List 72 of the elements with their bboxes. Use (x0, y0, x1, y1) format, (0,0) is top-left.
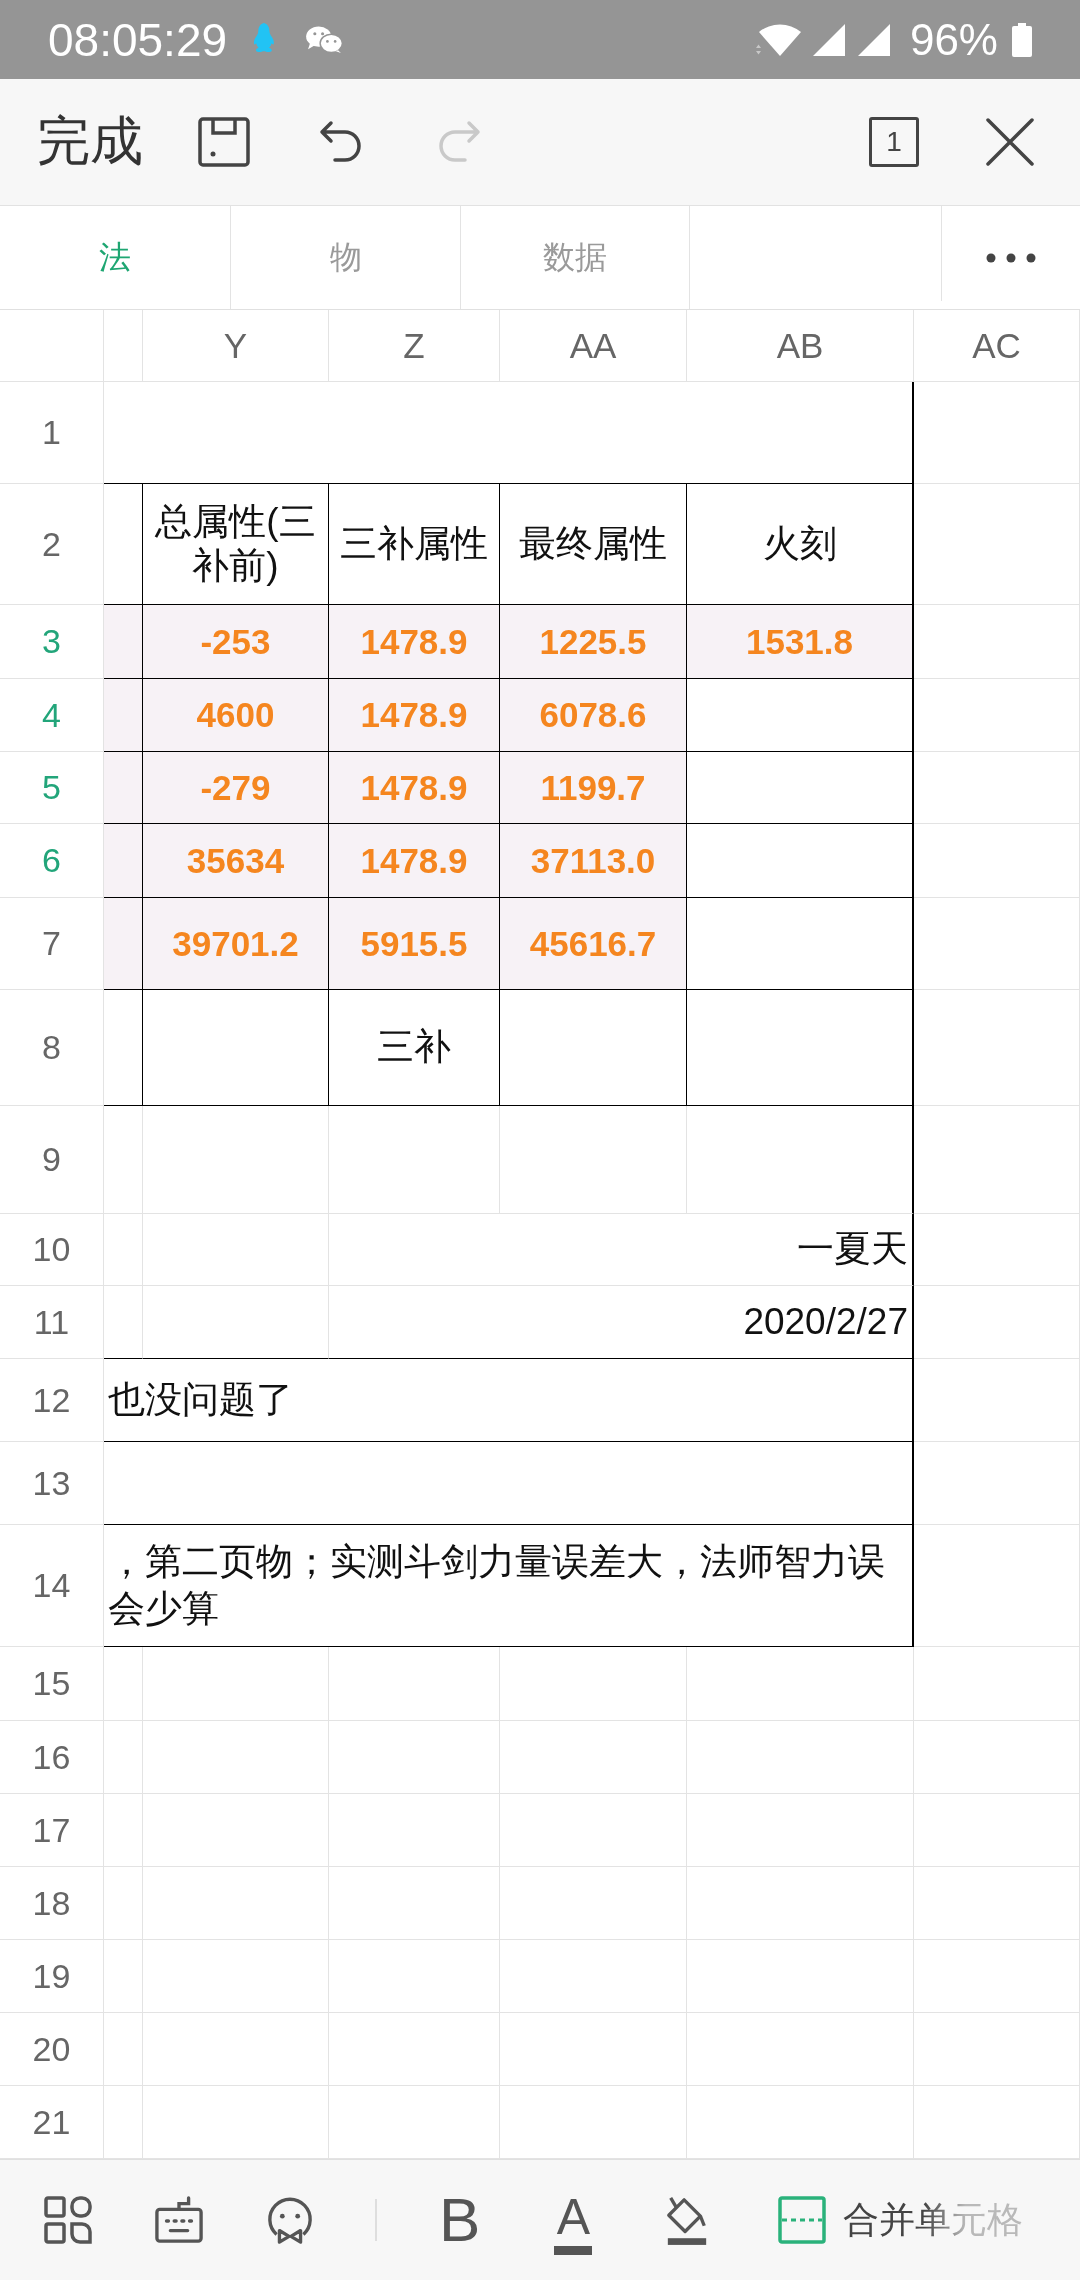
row-header[interactable]: 17 (0, 1794, 104, 1867)
battery-icon (1012, 22, 1032, 57)
close-icon[interactable] (985, 117, 1035, 167)
row-header[interactable]: 3 (0, 605, 104, 679)
column-header[interactable]: Z (329, 310, 500, 382)
table-cell: 4600 (143, 679, 329, 752)
sheet-count-button[interactable]: 1 (869, 117, 919, 167)
table-cell: -279 (143, 752, 329, 824)
grid-icon[interactable] (44, 2196, 92, 2244)
table-cell: 2020/2/27 (329, 1286, 914, 1359)
table-cell: 也没问题了 (104, 1359, 914, 1442)
chat-bubbles-icon (305, 25, 345, 54)
table-cell (104, 1214, 143, 1286)
table-cell: 35634 (143, 824, 329, 898)
row-header[interactable]: 1 (0, 382, 104, 484)
row-header[interactable]: 18 (0, 1867, 104, 1940)
table-cell: 三补 (329, 990, 500, 1106)
wifi-icon (755, 22, 802, 57)
row-header[interactable]: 11 (0, 1286, 104, 1359)
bowtie-face-icon[interactable] (266, 2196, 314, 2244)
row-header[interactable]: 7 (0, 898, 104, 990)
row-header[interactable]: 5 (0, 752, 104, 824)
row-header[interactable]: 16 (0, 1721, 104, 1794)
table-cell: 三补属性 (329, 484, 500, 605)
table-cell: 1478.9 (329, 752, 500, 824)
row-header[interactable]: 12 (0, 1359, 104, 1442)
table-cell: 5915.5 (329, 898, 500, 990)
row-header[interactable]: 6 (0, 824, 104, 898)
merge-cells-button[interactable]: 合并单元格 (778, 2195, 1024, 2245)
table-cell: 最终属性 (500, 484, 687, 605)
row-header[interactable]: 2 (0, 484, 104, 605)
done-button[interactable]: 完成 (37, 106, 143, 178)
table-cell: 45616.7 (500, 898, 687, 990)
color-bar-icon (554, 2245, 593, 2255)
table-cell: 1478.9 (329, 605, 500, 679)
table-cell: 1225.5 (500, 605, 687, 679)
table-cell: 1478.9 (329, 679, 500, 752)
table-cell: 6078.6 (500, 679, 687, 752)
table-cell: -253 (143, 605, 329, 679)
row-header[interactable]: 13 (0, 1442, 104, 1525)
battery-percent: 96% (909, 14, 998, 65)
table-cell: 总属性(三补前) (143, 484, 329, 605)
merge-cells-icon (778, 2196, 827, 2244)
table-cell: 一夏天 (329, 1214, 914, 1286)
row-header[interactable]: 21 (0, 2086, 104, 2159)
undo-icon[interactable] (318, 119, 364, 165)
row-header[interactable]: 15 (0, 1647, 104, 1721)
row-header[interactable]: 19 (0, 1940, 104, 2013)
status-time: 08:05:29 (48, 12, 228, 67)
table-cell: 39701.2 (143, 898, 329, 990)
row-header[interactable]: 20 (0, 2013, 104, 2086)
font-color-button[interactable]: A (554, 2185, 593, 2255)
bold-button[interactable]: B (439, 2189, 481, 2251)
table-cell: 1478.9 (329, 824, 500, 898)
table-cell: 1531.8 (687, 605, 914, 679)
keyboard-icon[interactable] (155, 2196, 203, 2244)
row-header[interactable]: 4 (0, 679, 104, 752)
row-header[interactable]: 10 (0, 1214, 104, 1286)
row-header[interactable]: 9 (0, 1106, 104, 1214)
table-cell: 1199.7 (500, 752, 687, 824)
row-header[interactable]: 8 (0, 990, 104, 1106)
column-header[interactable]: AC (914, 310, 1080, 382)
sheet-tab[interactable]: 法 (0, 206, 231, 309)
more-icon[interactable] (986, 252, 1036, 263)
column-header[interactable]: AA (500, 310, 687, 382)
table-cell: ，第二页物；实测斗剑力量误差大，法师智力误会少算 (104, 1525, 914, 1647)
table-cell: 37113.0 (500, 824, 687, 898)
save-icon[interactable] (198, 117, 250, 167)
row-header[interactable]: 14 (0, 1525, 104, 1647)
column-header[interactable]: Y (143, 310, 329, 382)
column-header[interactable]: AB (687, 310, 914, 382)
table-cell: 火刻 (687, 484, 914, 605)
